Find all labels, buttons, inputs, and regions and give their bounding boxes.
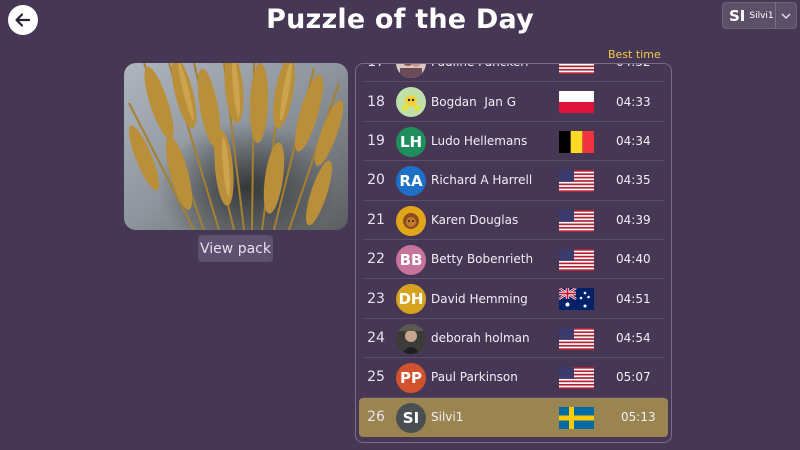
rank: 19 — [367, 132, 385, 149]
rank: 26 — [367, 409, 385, 426]
rank: 21 — [367, 211, 385, 228]
leaderboard-row[interactable]: 19 LH Ludo Hellemans 04:34 — [363, 122, 664, 162]
leaderboard-row[interactable]: 20 RA Richard A Harrell 04:35 — [363, 161, 664, 201]
best-time: 05:13 — [621, 410, 656, 425]
rank: 18 — [367, 93, 385, 110]
flag-be-icon — [559, 130, 594, 153]
flag-au-icon — [559, 288, 594, 311]
leaderboard-row[interactable]: 18 Bogdan Jan G 04:33 — [363, 82, 664, 122]
rank: 23 — [367, 290, 385, 307]
user-menu[interactable]: SI Silvi1 — [722, 2, 797, 29]
flag-us-icon — [559, 209, 594, 232]
leaderboard-row[interactable]: 23 DH David Hemming 04:51 — [363, 279, 664, 319]
avatar[interactable]: LH — [396, 126, 426, 157]
flag-se-icon — [559, 406, 594, 429]
user-name: Silvi1 — [749, 10, 774, 21]
user-initials: SI — [729, 6, 746, 25]
best-time: 04:35 — [616, 173, 651, 188]
best-time-header: Best time — [608, 48, 661, 61]
avatar[interactable]: PP — [396, 363, 426, 394]
flag-us-icon — [559, 170, 594, 193]
player-name: David Hemming — [431, 291, 528, 306]
leaderboard-row[interactable]: 25 PP Paul Parkinson 05:07 — [363, 358, 664, 398]
player-name: Bogdan Jan G — [431, 94, 517, 109]
current-user-row[interactable]: 26 SI Silvi1 05:13 — [359, 397, 668, 437]
avatar[interactable]: RA — [396, 166, 426, 197]
best-time: 04:32 — [616, 64, 651, 81]
best-time: 05:07 — [616, 370, 651, 385]
best-time: 04:39 — [616, 212, 651, 227]
player-name: Betty Bobenrieth — [431, 252, 534, 267]
avatar[interactable]: SI — [396, 402, 426, 433]
leaderboard-row[interactable]: 17 Pauline Panckeri 04:32 — [363, 64, 664, 83]
flag-us-icon — [559, 248, 594, 271]
leaderboard[interactable]: 17 Pauline Panckeri 04:32 18 Bogdan Jan G 04:… — [355, 63, 672, 443]
flag-us-icon — [559, 367, 594, 390]
flag-us-icon — [559, 64, 594, 74]
rank: 20 — [367, 172, 385, 189]
avatar[interactable] — [396, 323, 426, 354]
avatar[interactable]: DH — [396, 284, 426, 315]
avatar[interactable]: BB — [396, 244, 426, 275]
player-name: Karen Douglas — [431, 212, 519, 227]
player-name: deborah holman — [431, 330, 530, 345]
rank: 25 — [367, 369, 385, 386]
leaderboard-row[interactable]: 22 BB Betty Bobenrieth 04:40 — [363, 240, 664, 280]
best-time: 04:40 — [616, 252, 651, 267]
best-time: 04:34 — [616, 133, 651, 148]
player-name: Pauline Panckeri — [431, 64, 529, 81]
leaderboard-row[interactable]: 24 deborah holman 04:54 — [363, 319, 664, 359]
player-name: Paul Parkinson — [431, 370, 518, 385]
flag-pl-icon — [559, 91, 594, 114]
page-title: Puzzle of the Day — [266, 4, 534, 35]
flag-us-icon — [559, 327, 594, 350]
avatar[interactable] — [396, 87, 426, 118]
rank: 22 — [367, 251, 385, 268]
player-name: Richard A Harrell — [431, 173, 533, 188]
leaderboard-row[interactable]: 21 Karen Douglas 04:39 — [363, 201, 664, 240]
rank: 17 — [363, 64, 389, 81]
player-name: Silvi1 — [431, 410, 464, 425]
pack-image[interactable] — [124, 63, 348, 230]
best-time: 04:33 — [616, 94, 651, 109]
wheat-image — [124, 63, 348, 230]
avatar[interactable] — [396, 205, 426, 236]
avatar[interactable] — [396, 64, 426, 78]
rank: 24 — [367, 329, 385, 346]
best-time: 04:54 — [616, 330, 651, 345]
best-time: 04:51 — [616, 291, 651, 306]
player-name: Ludo Hellemans — [431, 133, 528, 148]
chevron-down-icon[interactable] — [776, 13, 796, 19]
view-pack-button[interactable]: View pack — [198, 235, 273, 262]
